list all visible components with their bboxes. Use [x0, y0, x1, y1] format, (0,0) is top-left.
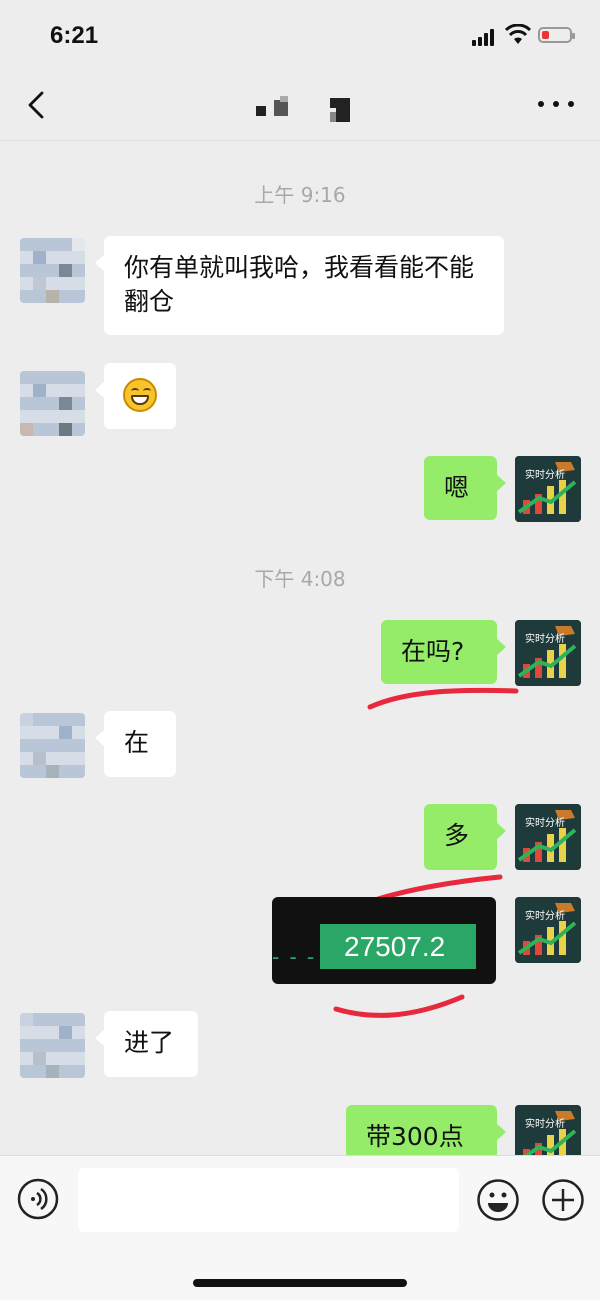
- message-bubble[interactable]: 你有单就叫我哈，我看看能不能翻仓: [95, 236, 504, 335]
- svg-text:实时分析: 实时分析: [525, 632, 565, 645]
- message-bubble-self[interactable]: 多: [424, 804, 506, 870]
- bull-chart-icon: 实时分析: [515, 1105, 581, 1155]
- red-underline-mark: [333, 994, 465, 1018]
- message-bubble[interactable]: [95, 363, 176, 429]
- chat-area[interactable]: 上午 9:16 你有单就叫我哈，我看看能不能翻仓 实时分析 嗯 下午 4:08 …: [0, 141, 600, 1155]
- voice-input-icon[interactable]: [17, 1178, 59, 1220]
- grinning-face-icon: [123, 378, 157, 412]
- svg-text:实时分析: 实时分析: [525, 468, 565, 481]
- price-screenshot-image[interactable]: - - - 27507.2: [272, 897, 496, 984]
- bull-chart-icon: 实时分析: [515, 456, 581, 522]
- svg-text:实时分析: 实时分析: [525, 816, 565, 829]
- bull-chart-icon: 实时分析: [515, 897, 581, 963]
- message-input[interactable]: [78, 1168, 459, 1232]
- more-options-icon[interactable]: [538, 94, 574, 114]
- home-indicator: [193, 1279, 407, 1287]
- input-bar: [0, 1155, 600, 1300]
- avatar-self[interactable]: 实时分析: [515, 1105, 581, 1155]
- message-bubble[interactable]: 进了: [95, 1011, 198, 1077]
- avatar[interactable]: [20, 1013, 85, 1078]
- plus-icon[interactable]: [541, 1178, 585, 1222]
- chat-title-redacted: [250, 92, 360, 122]
- bull-chart-icon: 实时分析: [515, 620, 581, 686]
- avatar[interactable]: [20, 238, 85, 303]
- message-bubble-self[interactable]: 在吗?: [381, 620, 506, 684]
- price-value: 27507.2: [320, 924, 476, 969]
- svg-text:实时分析: 实时分析: [525, 1117, 565, 1130]
- message-bubble-self[interactable]: 带300点: [346, 1105, 506, 1155]
- wifi-icon: [505, 24, 531, 44]
- status-time: 6:21: [50, 22, 99, 49]
- message-bubble-self[interactable]: 嗯: [424, 456, 506, 520]
- message-bubble[interactable]: 在: [95, 711, 176, 777]
- battery-icon: [538, 27, 575, 43]
- avatar-self[interactable]: 实时分析: [515, 456, 581, 522]
- avatar[interactable]: [20, 371, 85, 436]
- timestamp: 上午 9:16: [254, 183, 346, 207]
- nav-bar: [0, 70, 600, 141]
- avatar[interactable]: [20, 713, 85, 778]
- timestamp: 下午 4:08: [254, 567, 346, 591]
- avatar-self[interactable]: 实时分析: [515, 897, 581, 963]
- avatar-self[interactable]: 实时分析: [515, 804, 581, 870]
- red-underline-mark: [367, 687, 519, 710]
- svg-text:实时分析: 实时分析: [525, 909, 565, 922]
- avatar-self[interactable]: 实时分析: [515, 620, 581, 686]
- bull-chart-icon: 实时分析: [515, 804, 581, 870]
- status-bar: 6:21: [0, 0, 600, 70]
- chevron-left-icon[interactable]: [22, 90, 52, 120]
- signal-icon: [472, 28, 496, 46]
- emoji-icon[interactable]: [476, 1178, 520, 1222]
